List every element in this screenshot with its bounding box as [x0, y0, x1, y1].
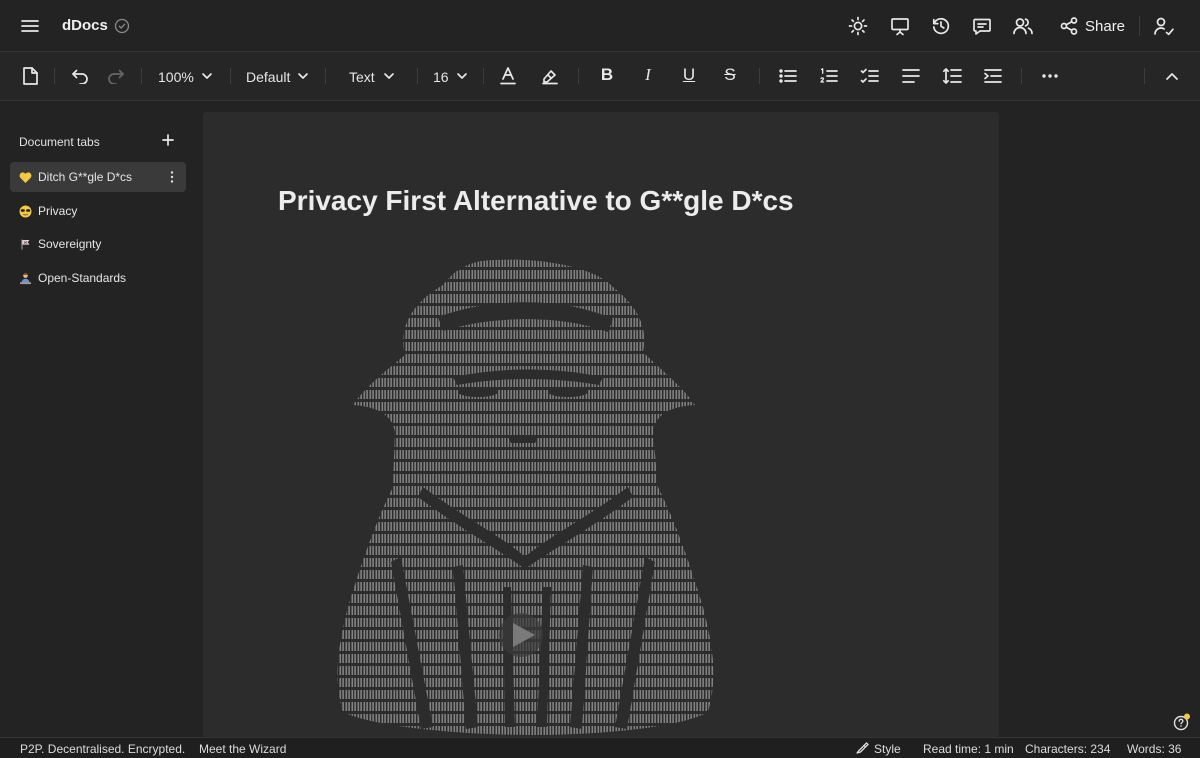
divider	[325, 68, 326, 84]
more-options-icon[interactable]	[1038, 64, 1062, 88]
tab-label: Open-Standards	[38, 271, 127, 285]
style-select[interactable]: Default	[246, 69, 290, 85]
strikethrough-button[interactable]: S	[718, 65, 742, 85]
tagline: P2P. Decentralised. Encrypted.	[20, 742, 186, 756]
top-bar: dDocs Share	[0, 0, 1200, 52]
account-icon[interactable]	[1152, 14, 1176, 38]
redo-icon[interactable]	[105, 64, 129, 88]
sunglasses-face-icon	[19, 205, 32, 217]
tab-label: Privacy	[38, 204, 78, 218]
tab-open-standards[interactable]: Open-Standards	[10, 263, 186, 293]
chevron-down-icon	[202, 73, 212, 79]
divider	[230, 68, 231, 84]
add-tab-icon[interactable]	[160, 132, 176, 148]
collapse-toolbar-icon[interactable]	[1160, 64, 1184, 88]
chevron-down-icon	[457, 73, 467, 79]
read-time: Read time: 1 min	[923, 742, 1014, 756]
divider	[141, 68, 142, 84]
tab-ditch-google-docs[interactable]: Ditch G**gle D*cs	[10, 162, 186, 192]
highlight-icon[interactable]	[538, 64, 562, 88]
help-icon[interactable]	[1173, 713, 1191, 731]
divider	[1139, 16, 1140, 36]
comments-icon[interactable]	[970, 14, 994, 38]
text-color-icon[interactable]	[496, 64, 520, 88]
character-count: Characters: 234	[1025, 742, 1111, 756]
history-icon[interactable]	[929, 14, 953, 38]
document-page[interactable]: Privacy First Alternative to G**gle D*cs	[203, 112, 999, 737]
block-type-select[interactable]: Text	[349, 69, 375, 85]
formatting-toolbar: 100% Default Text 16 B I U S	[0, 52, 1200, 101]
tab-sovereignty[interactable]: Sovereignty	[10, 229, 186, 259]
bold-button[interactable]: B	[595, 65, 619, 85]
word-count: Words: 36	[1127, 742, 1182, 756]
status-bar: P2P. Decentralised. Encrypted. Meet the …	[0, 737, 1200, 758]
yellow-heart-icon	[19, 171, 32, 183]
collaborators-icon[interactable]	[1011, 14, 1035, 38]
numbered-list-icon[interactable]	[817, 64, 841, 88]
play-icon[interactable]	[499, 613, 543, 657]
italic-button[interactable]: I	[636, 65, 660, 85]
divider	[483, 68, 484, 84]
zoom-select[interactable]: 100%	[158, 69, 194, 85]
underline-button[interactable]: U	[677, 65, 701, 85]
sidebar-title: Document tabs	[19, 135, 100, 149]
ascii-art-body	[337, 259, 714, 736]
theme-toggle-icon[interactable]	[846, 14, 870, 38]
divider	[1144, 68, 1145, 84]
tab-label: Sovereignty	[38, 237, 102, 251]
divider	[578, 68, 579, 84]
flag-icon	[21, 239, 30, 249]
paintbrush-icon[interactable]	[855, 741, 870, 755]
font-size-select[interactable]: 16	[433, 69, 449, 85]
divider	[759, 68, 760, 84]
undo-icon[interactable]	[67, 64, 91, 88]
new-document-icon[interactable]	[18, 64, 42, 88]
tab-privacy[interactable]: Privacy	[10, 196, 186, 226]
document-title[interactable]: Privacy First Alternative to G**gle D*cs	[278, 185, 794, 217]
divider	[417, 68, 418, 84]
divider	[54, 68, 55, 84]
presentation-icon[interactable]	[888, 14, 912, 38]
ascii-art-wizard-video[interactable]	[303, 257, 763, 737]
indent-icon[interactable]	[981, 64, 1005, 88]
app-title: dDocs	[62, 17, 108, 34]
tab-label: Ditch G**gle D*cs	[38, 170, 133, 184]
person-at-desk-icon	[20, 272, 31, 284]
chevron-down-icon	[384, 73, 394, 79]
menu-icon[interactable]	[18, 14, 42, 38]
chevron-down-icon	[298, 73, 308, 79]
bullet-list-icon[interactable]	[776, 64, 800, 88]
notification-dot	[1184, 713, 1190, 720]
align-left-icon[interactable]	[899, 64, 923, 88]
style-button[interactable]: Style	[874, 742, 901, 756]
meet-wizard-link[interactable]: Meet the Wizard	[199, 742, 286, 756]
share-icon[interactable]	[1057, 14, 1081, 38]
divider	[1021, 68, 1022, 84]
tab-more-icon[interactable]	[170, 170, 174, 184]
document-tabs-sidebar: Document tabs Ditch G**gle D*cs Privacy …	[0, 101, 196, 737]
line-height-icon[interactable]	[940, 64, 964, 88]
share-button[interactable]: Share	[1085, 18, 1125, 35]
checklist-icon[interactable]	[858, 64, 882, 88]
sync-status-icon	[110, 14, 134, 38]
